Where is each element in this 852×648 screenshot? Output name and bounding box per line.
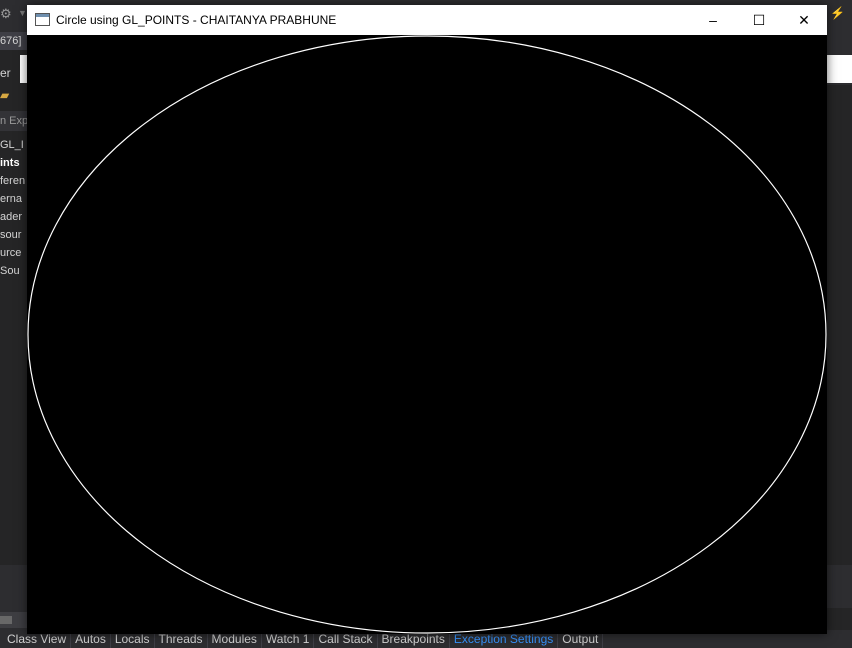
process-selector[interactable]: 676]	[0, 32, 27, 50]
right-panel	[827, 85, 852, 565]
solution-search-input[interactable]: n Exp	[0, 111, 27, 131]
scrollbar-thumb[interactable]	[0, 616, 12, 624]
panel-header-bar	[20, 55, 27, 83]
maximize-icon: ☐	[752, 12, 766, 28]
window-title: Circle using GL_POINTS - CHAITANYA PRABH…	[56, 13, 337, 27]
tree-item[interactable]: urce	[0, 244, 27, 262]
minimize-button[interactable]: –	[690, 5, 736, 35]
tree-item[interactable]: ints	[0, 154, 27, 172]
tree-item[interactable]: feren	[0, 172, 27, 190]
tree-item[interactable]: ader	[0, 208, 27, 226]
tree-item[interactable]: GL_I	[0, 136, 27, 154]
opengl-window: Circle using GL_POINTS - CHAITANYA PRABH…	[27, 5, 827, 634]
close-icon: ✕	[798, 12, 810, 28]
search-placeholder: n Exp	[0, 115, 27, 127]
tree-item[interactable]: sour	[0, 226, 27, 244]
toolbar-right-icon[interactable]: ⚡	[830, 6, 845, 20]
circle-outline	[27, 35, 827, 634]
opengl-canvas[interactable]	[27, 35, 827, 634]
title-bar[interactable]: Circle using GL_POINTS - CHAITANYA PRABH…	[27, 5, 827, 35]
close-button[interactable]: ✕	[781, 5, 827, 35]
bottom-right-panel	[827, 608, 852, 630]
maximize-button[interactable]: ☐	[736, 5, 782, 35]
folder-icon[interactable]: ▰	[0, 88, 20, 106]
tree-item[interactable]: Sou	[0, 262, 27, 280]
app-window-icon	[35, 13, 50, 26]
circle-drawing	[27, 35, 827, 634]
dropdown-arrow-icon[interactable]: ▼	[18, 8, 27, 18]
tree-item[interactable]: erna	[0, 190, 27, 208]
process-text: 676]	[0, 35, 22, 47]
minimize-icon: –	[709, 12, 717, 28]
toolbar-tool-icon[interactable]: ⚙	[0, 6, 14, 22]
panel-header: er	[0, 66, 11, 80]
right-panel-header	[827, 55, 852, 83]
